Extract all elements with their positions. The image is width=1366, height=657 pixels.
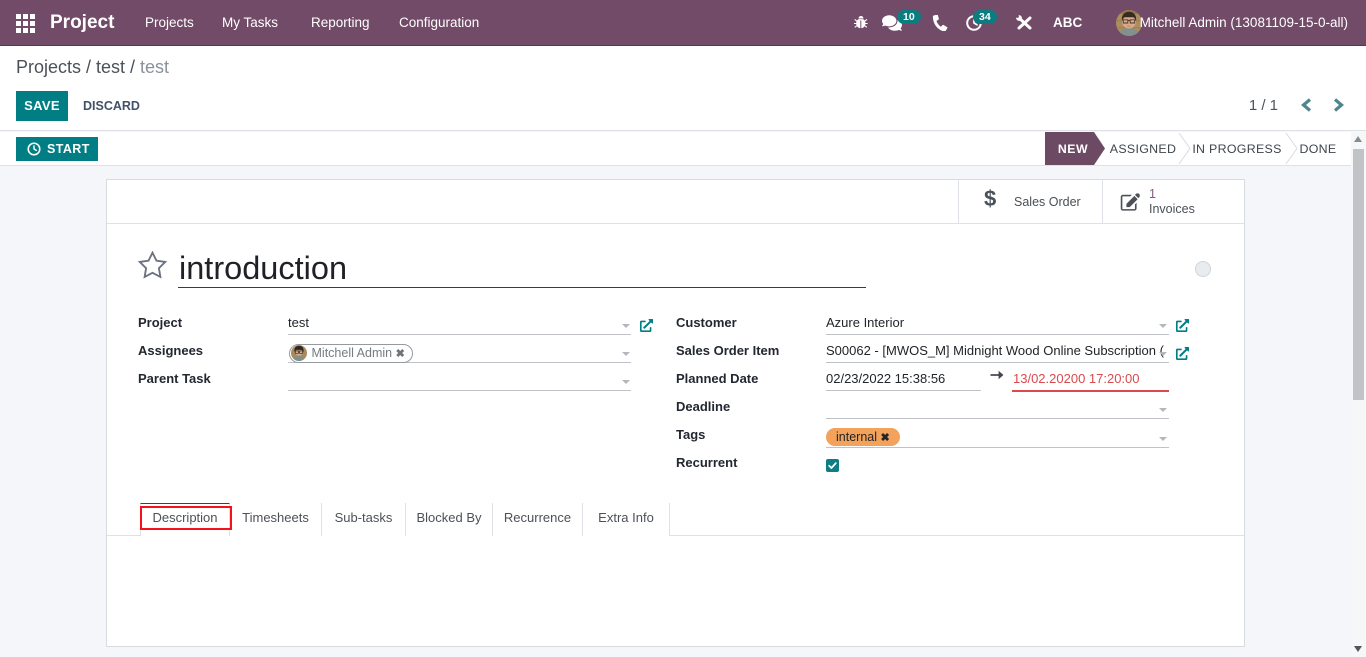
svg-text:IN PROGRESS: IN PROGRESS (1192, 142, 1281, 156)
svg-text:ASSIGNED: ASSIGNED (1110, 142, 1176, 156)
svg-text:DONE: DONE (1300, 142, 1337, 156)
svg-text:NEW: NEW (1058, 142, 1088, 156)
